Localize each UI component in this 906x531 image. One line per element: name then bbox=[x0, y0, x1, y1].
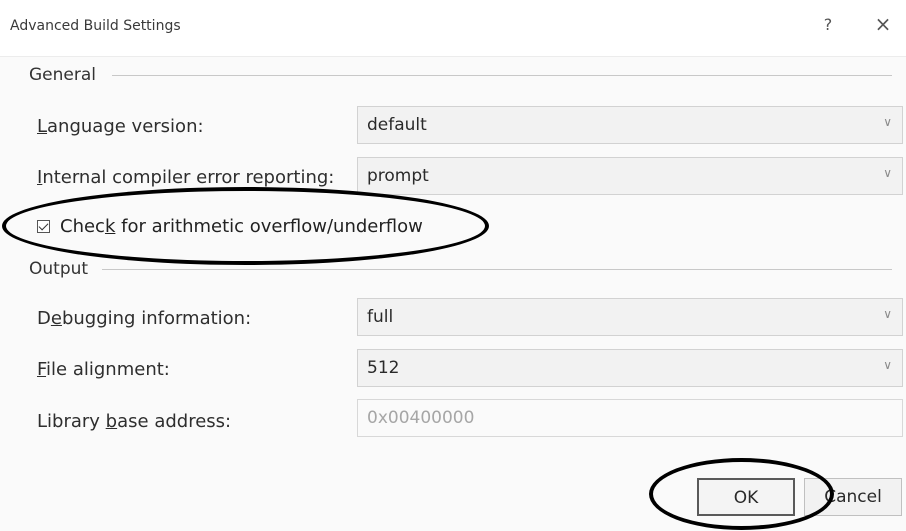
library-base-label: Library base address: bbox=[37, 411, 232, 432]
library-base-field: 0x00400000 bbox=[357, 399, 903, 437]
language-version-dropdown[interactable]: default ∨ bbox=[357, 106, 903, 144]
general-group-label: General bbox=[29, 65, 102, 85]
output-group-label: Output bbox=[29, 259, 95, 279]
help-icon[interactable]: ? bbox=[818, 13, 838, 37]
overflow-check-label[interactable]: Check for arithmetic overflow/underflow bbox=[60, 216, 423, 237]
general-divider bbox=[112, 75, 892, 76]
language-version-label: Language version: bbox=[37, 116, 204, 137]
overflow-check-row[interactable]: Check for arithmetic overflow/underflow bbox=[37, 213, 423, 239]
window-title: Advanced Build Settings bbox=[10, 18, 181, 34]
file-alignment-dropdown[interactable]: 512 ∨ bbox=[357, 349, 903, 387]
title-bar: Advanced Build Settings ? × bbox=[0, 0, 906, 57]
cancel-button[interactable]: Cancel bbox=[804, 478, 902, 516]
close-icon[interactable]: × bbox=[871, 13, 895, 37]
ice-reporting-dropdown[interactable]: prompt ∨ bbox=[357, 157, 903, 195]
chevron-down-icon: ∨ bbox=[883, 166, 892, 180]
library-base-value: 0x00400000 bbox=[367, 408, 475, 428]
ok-button[interactable]: OK bbox=[697, 478, 795, 516]
chevron-down-icon: ∨ bbox=[883, 115, 892, 129]
language-version-value: default bbox=[367, 115, 427, 135]
chevron-down-icon: ∨ bbox=[883, 307, 892, 321]
debugging-info-value: full bbox=[367, 307, 394, 327]
ice-reporting-label: Internal compiler error reporting: bbox=[37, 167, 335, 188]
file-alignment-value: 512 bbox=[367, 358, 400, 378]
debugging-info-dropdown[interactable]: full ∨ bbox=[357, 298, 903, 336]
overflow-checkbox[interactable] bbox=[37, 219, 50, 233]
output-divider bbox=[102, 269, 892, 270]
file-alignment-label: File alignment: bbox=[37, 359, 170, 380]
debugging-info-label: Debugging information: bbox=[37, 308, 252, 329]
ice-reporting-value: prompt bbox=[367, 166, 429, 186]
chevron-down-icon: ∨ bbox=[883, 358, 892, 372]
